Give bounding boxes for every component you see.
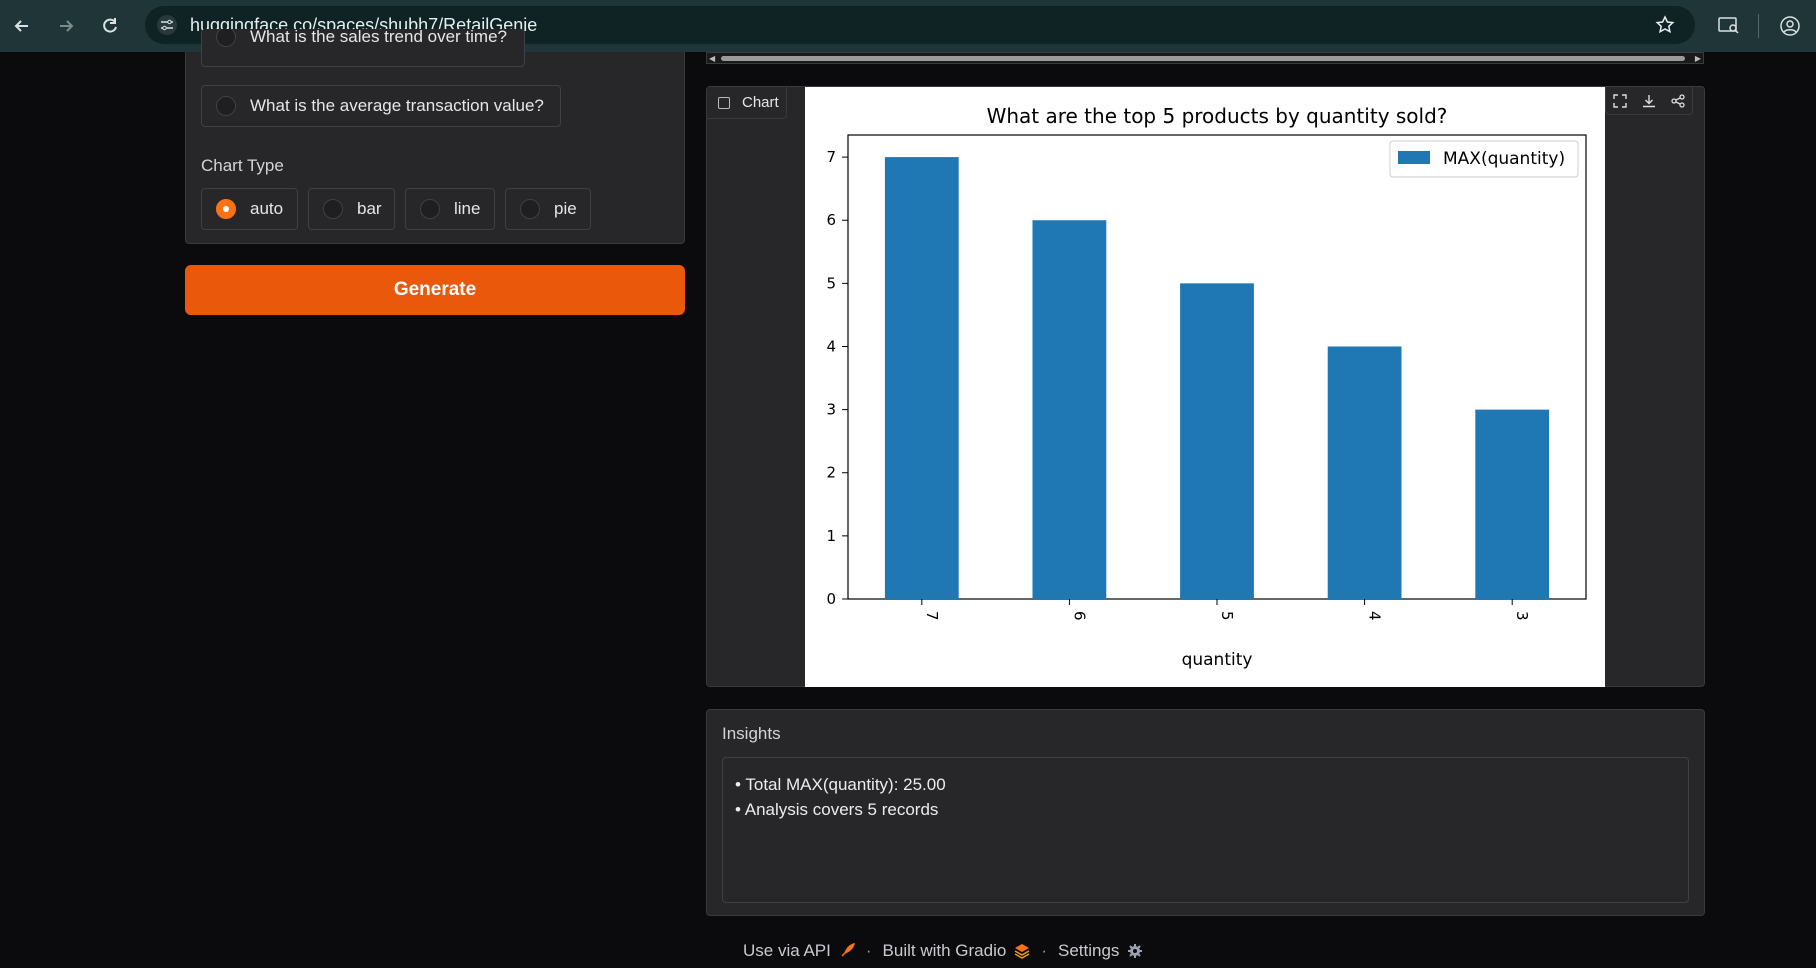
bookmark-star-icon[interactable] xyxy=(1655,15,1675,40)
insights-panel: Insights • Total MAX(quantity): 25.00 • … xyxy=(706,709,1705,916)
question-option-label: What is the average transaction value? xyxy=(250,96,544,115)
scroll-left-icon[interactable]: ◀ xyxy=(709,54,715,63)
bar-3 xyxy=(1475,409,1550,599)
insights-textbox[interactable]: • Total MAX(quantity): 25.00 • Analysis … xyxy=(722,757,1689,903)
question-option-label: What is the sales trend over time? xyxy=(250,29,508,46)
bar-6 xyxy=(1032,220,1107,599)
chart-type-option-line[interactable]: line xyxy=(405,188,495,230)
download-icon[interactable] xyxy=(1640,92,1658,110)
separator-dot: · xyxy=(865,941,872,960)
tab-search-icon[interactable] xyxy=(1715,12,1743,40)
rocket-icon xyxy=(839,943,855,959)
insights-label: Insights xyxy=(722,724,781,743)
settings-label: Settings xyxy=(1058,941,1120,960)
radio-circle[interactable] xyxy=(216,96,236,116)
x-tick-label: 5 xyxy=(1218,611,1236,621)
generate-button[interactable]: Generate xyxy=(185,265,685,315)
reload-icon[interactable] xyxy=(96,12,124,40)
back-icon[interactable] xyxy=(8,12,36,40)
chart-image: What are the top 5 products by quantity … xyxy=(805,87,1605,687)
options-card: What is the sales trend over time? What … xyxy=(185,29,685,244)
chart-tab: Chart xyxy=(707,87,787,119)
radio-selected-icon[interactable] xyxy=(216,199,236,219)
toolbar-divider xyxy=(1758,14,1759,38)
x-tick-label: 7 xyxy=(923,611,941,621)
fullscreen-icon[interactable] xyxy=(1611,92,1629,110)
bar-4 xyxy=(1327,346,1402,599)
horizontal-scrollbar[interactable]: ◀ ▶ xyxy=(706,52,1704,64)
chart-type-option-auto[interactable]: auto xyxy=(201,188,298,230)
built-with-gradio-link[interactable]: Built with Gradio xyxy=(883,941,1031,961)
x-axis-label: quantity xyxy=(1182,650,1253,670)
scrollbar-thumb[interactable] xyxy=(721,56,1685,61)
chart-title: What are the top 5 products by quantity … xyxy=(987,104,1448,128)
site-info-icon[interactable] xyxy=(157,15,177,35)
use-via-api-link[interactable]: Use via API xyxy=(743,941,855,961)
y-tick-label: 7 xyxy=(826,148,836,166)
footer: Use via API · Built with Gradio · Settin… xyxy=(743,940,1143,962)
radio-circle[interactable] xyxy=(323,199,343,219)
insight-line: • Analysis covers 5 records xyxy=(735,800,939,819)
y-tick-label: 1 xyxy=(826,527,836,545)
chart-type-line-label: line xyxy=(454,199,481,218)
radio-circle[interactable] xyxy=(420,199,440,219)
chart-tab-label: Chart xyxy=(742,94,779,111)
question-option-sales-trend[interactable]: What is the sales trend over time? xyxy=(201,29,525,67)
chart-type-option-pie[interactable]: pie xyxy=(505,188,591,230)
chart-type-bar-label: bar xyxy=(357,199,382,218)
gradio-logo-icon xyxy=(1014,943,1030,959)
chart-toolbar xyxy=(1605,87,1693,115)
bar-5 xyxy=(1180,283,1254,599)
bar-7 xyxy=(884,157,959,599)
share-icon[interactable] xyxy=(1669,92,1687,110)
legend-swatch xyxy=(1398,151,1430,164)
legend: MAX(quantity) xyxy=(1389,140,1579,178)
chart-type-pie-label: pie xyxy=(554,199,577,218)
forward-icon[interactable] xyxy=(52,12,80,40)
profile-icon[interactable] xyxy=(1776,12,1804,40)
y-tick-label: 6 xyxy=(826,211,836,229)
bar-chart: What are the top 5 products by quantity … xyxy=(826,104,1587,670)
scroll-right-icon[interactable]: ▶ xyxy=(1695,54,1701,63)
built-with-gradio-label: Built with Gradio xyxy=(882,941,1007,960)
chart-type-auto-label: auto xyxy=(250,199,284,218)
y-tick-label: 4 xyxy=(826,337,836,355)
x-tick-label: 6 xyxy=(1070,611,1088,621)
y-tick-label: 0 xyxy=(826,590,836,608)
separator-dot: · xyxy=(1041,941,1047,960)
x-tick-label: 4 xyxy=(1366,611,1384,621)
use-via-api-label: Use via API xyxy=(743,941,831,960)
chart-type-label: Chart Type xyxy=(201,156,284,175)
x-tick-label: 3 xyxy=(1513,611,1531,621)
insight-line: • Total MAX(quantity): 25.00 xyxy=(735,775,946,794)
chart-panel: Chart What are the top 5 products by qua… xyxy=(706,86,1705,687)
y-tick-label: 5 xyxy=(826,274,836,292)
gear-icon xyxy=(1127,943,1143,959)
radio-circle[interactable] xyxy=(216,29,236,47)
question-option-avg-transaction[interactable]: What is the average transaction value? xyxy=(201,85,561,127)
image-icon xyxy=(718,96,730,109)
settings-link[interactable]: Settings xyxy=(1058,941,1143,961)
radio-circle[interactable] xyxy=(520,199,540,219)
y-tick-label: 3 xyxy=(826,401,836,419)
legend-label: MAX(quantity) xyxy=(1443,149,1565,169)
chart-type-option-bar[interactable]: bar xyxy=(308,188,395,230)
y-tick-label: 2 xyxy=(826,464,836,482)
